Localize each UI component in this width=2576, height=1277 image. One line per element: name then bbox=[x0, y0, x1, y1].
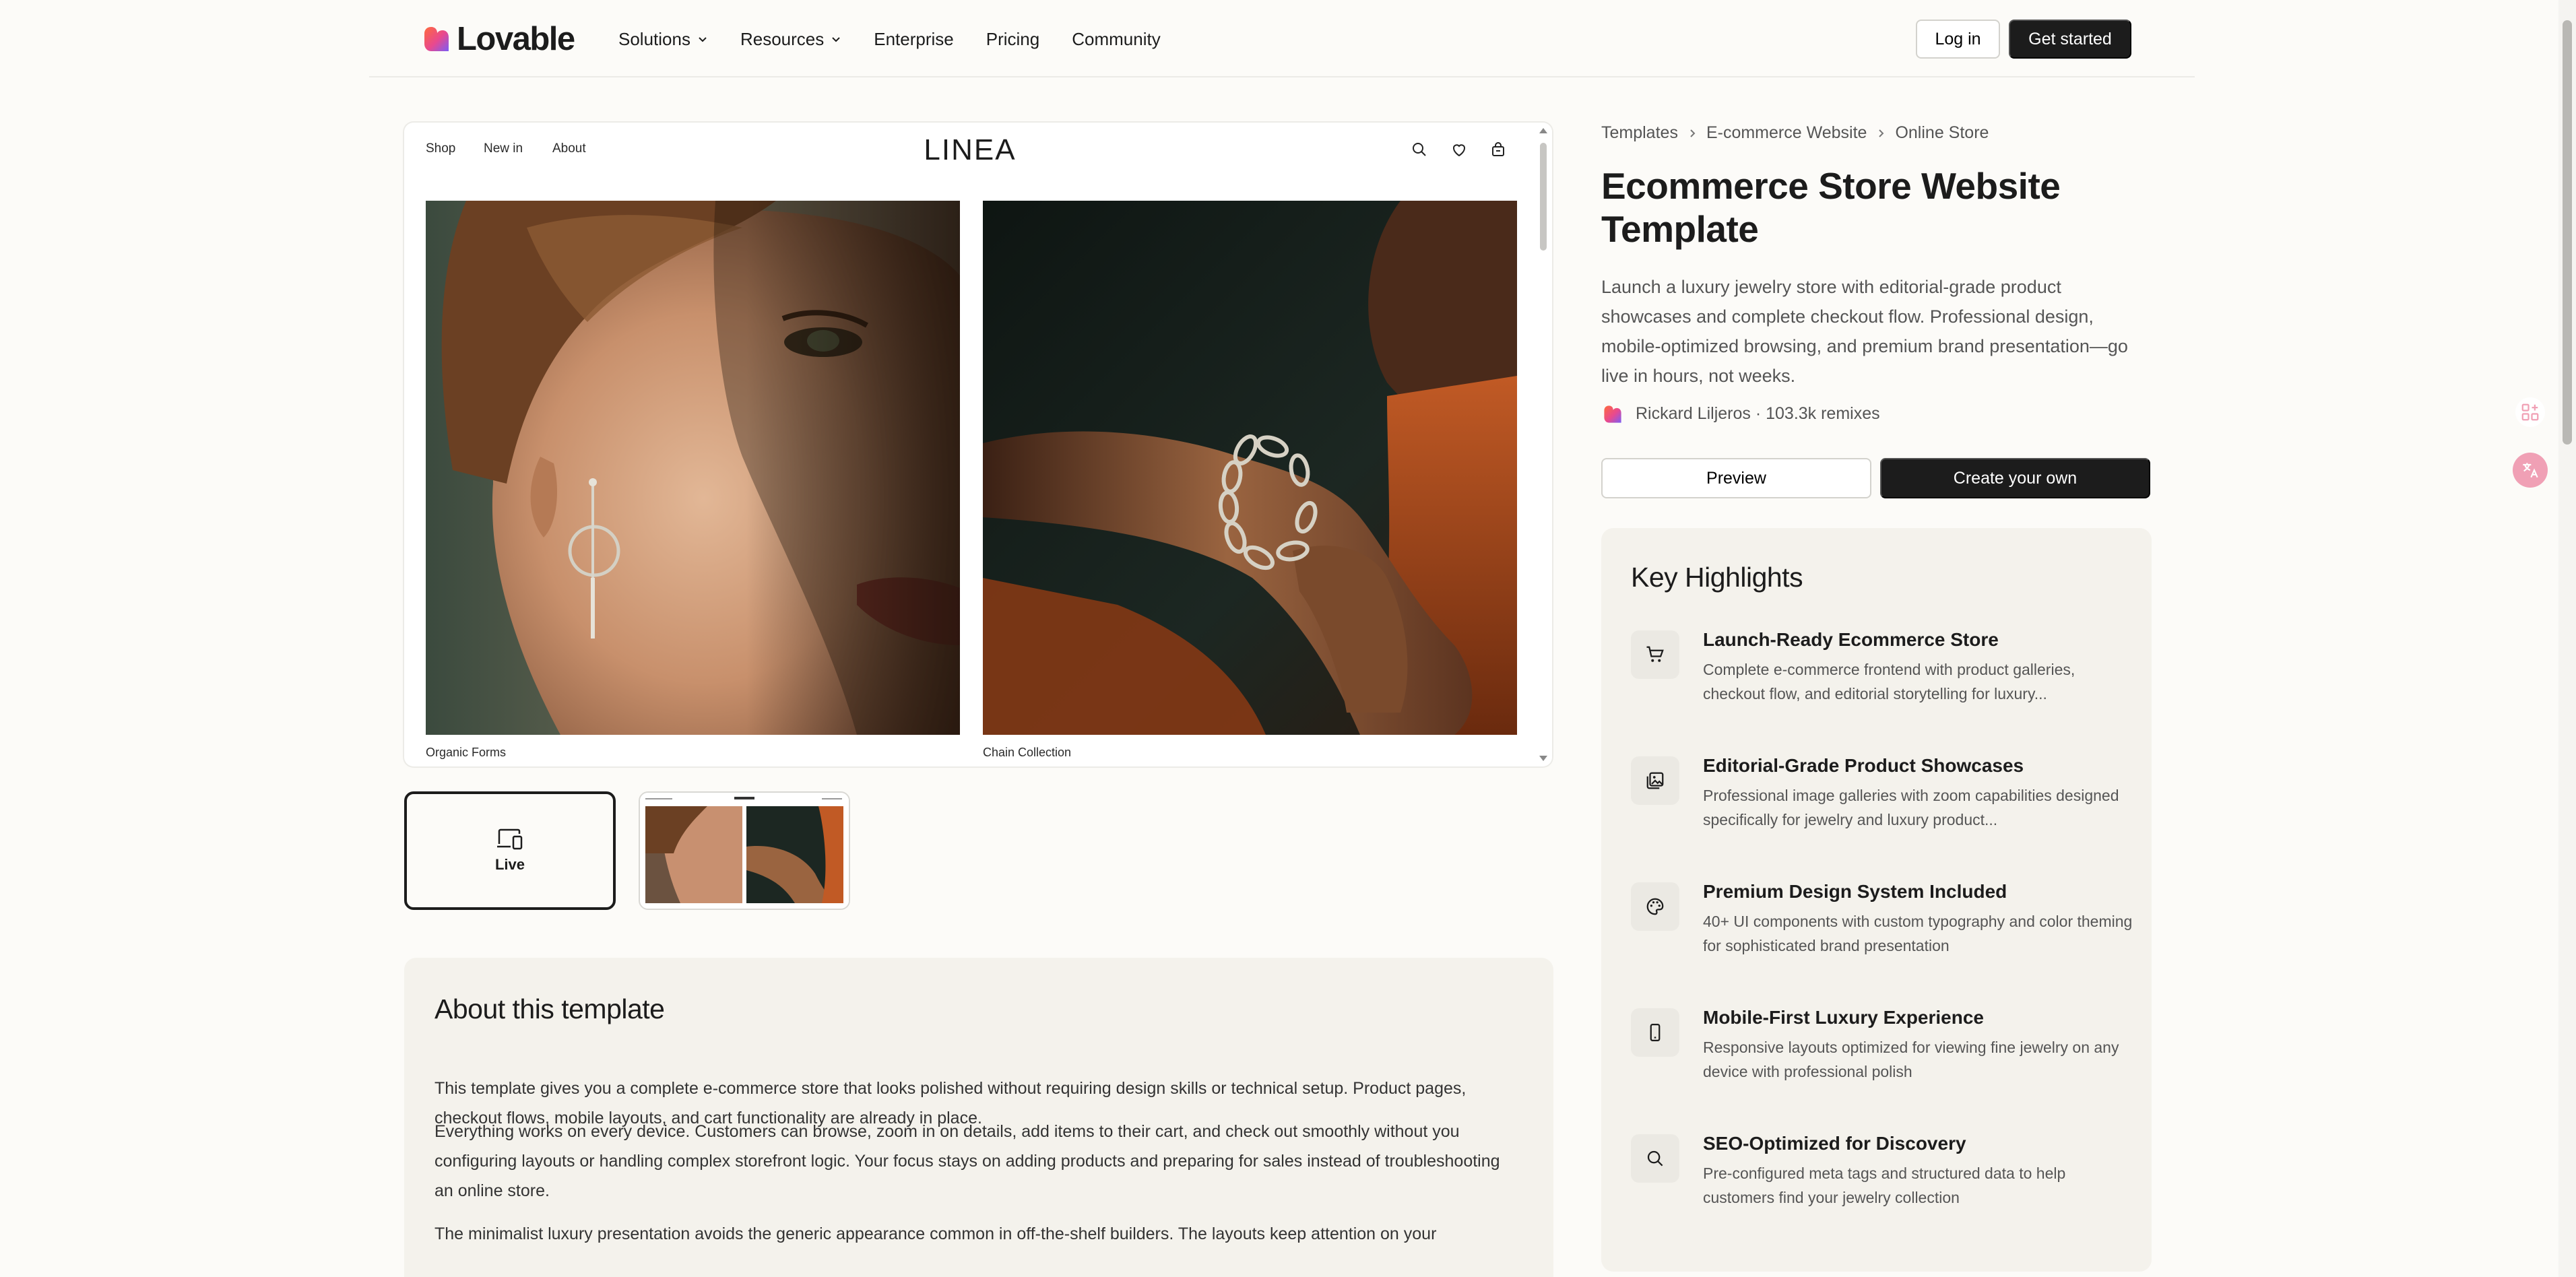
heart-icon[interactable] bbox=[1451, 141, 1467, 158]
smartphone-icon bbox=[1631, 1008, 1679, 1057]
search-icon[interactable] bbox=[1411, 141, 1427, 158]
avatar bbox=[1604, 405, 1621, 423]
page-scrollbar[interactable] bbox=[2558, 0, 2576, 1277]
screenshot-thumbnail[interactable] bbox=[639, 791, 850, 910]
preview-scrollbar-thumb[interactable] bbox=[1540, 143, 1547, 251]
highlight-title: Mobile-First Luxury Experience bbox=[1703, 1007, 1984, 1028]
page-scrollbar-thumb[interactable] bbox=[2563, 20, 2572, 445]
live-preview-tab[interactable]: Live bbox=[404, 791, 616, 910]
breadcrumb-ecommerce-website[interactable]: E-commerce Website bbox=[1706, 123, 1867, 143]
highlight-description: Complete e-commerce frontend with produc… bbox=[1703, 661, 2075, 702]
about-paragraph-3: The minimalist luxury presentation avoid… bbox=[434, 1224, 1437, 1243]
product-label-chain-collection[interactable]: Chain Collection bbox=[983, 746, 1071, 760]
product-photo-organic-forms[interactable] bbox=[426, 201, 960, 735]
breadcrumb-online-store: Online Store bbox=[1895, 123, 1989, 142]
highlight-title: Launch-Ready Ecommerce Store bbox=[1703, 629, 1999, 650]
preview-scrollbar[interactable] bbox=[1535, 123, 1552, 766]
preview-button[interactable]: Preview bbox=[1601, 458, 1871, 498]
palette-icon bbox=[1631, 882, 1679, 931]
nav-solutions-label: Solutions bbox=[618, 28, 690, 49]
about-template-section: About this template This template gives … bbox=[404, 958, 1553, 1277]
nav-resources-label: Resources bbox=[740, 28, 825, 49]
highlight-description: 40+ UI components with custom typography… bbox=[1703, 913, 2133, 954]
key-highlights-heading: Key Highlights bbox=[1631, 562, 1803, 593]
highlight-description: Responsive layouts optimized for viewing… bbox=[1703, 1039, 2119, 1080]
chevron-down-icon bbox=[832, 37, 840, 42]
author-and-remix-count: Rickard Liljeros · 103.3k remixes bbox=[1636, 404, 1880, 423]
main-menu: Solutions Resources Enterprise Pricing C… bbox=[618, 24, 1193, 54]
highlight-description: Professional image galleries with zoom c… bbox=[1703, 787, 2119, 828]
devices-icon bbox=[497, 828, 523, 850]
top-navigation: Lovable Solutions Resources Enterprise P… bbox=[369, 0, 2195, 77]
highlight-title: Premium Design System Included bbox=[1703, 881, 2007, 902]
product-photo-chain-collection[interactable] bbox=[983, 201, 1517, 735]
preview-brand-logo[interactable]: LINEA bbox=[404, 133, 1536, 167]
apps-widget-button[interactable] bbox=[2515, 397, 2545, 427]
create-your-own-button[interactable]: Create your own bbox=[1880, 458, 2150, 498]
key-highlights-card: Key Highlights Launch-Ready Ecommerce St… bbox=[1601, 528, 2152, 1272]
scroll-down-arrow-icon[interactable] bbox=[1539, 756, 1547, 761]
breadcrumb-templates[interactable]: Templates bbox=[1601, 123, 1678, 143]
logo-text: Lovable bbox=[457, 21, 575, 57]
translate-icon bbox=[2523, 463, 2538, 478]
template-live-preview[interactable]: Shop New in About LINEA Organic Forms Ch… bbox=[404, 123, 1552, 766]
live-tab-label: Live bbox=[494, 856, 525, 873]
breadcrumb: Templates E-commerce Website Online Stor… bbox=[1601, 123, 1989, 143]
cart-icon bbox=[1631, 630, 1679, 679]
image-icon bbox=[1631, 756, 1679, 805]
nav-community[interactable]: Community bbox=[1072, 29, 1160, 50]
chevron-right-icon bbox=[1879, 129, 1884, 137]
bag-icon[interactable] bbox=[1490, 141, 1506, 158]
page-title: Ecommerce Store Website Template bbox=[1601, 165, 2061, 250]
nav-resources[interactable]: Resources bbox=[740, 29, 841, 50]
lovable-logo[interactable]: Lovable bbox=[423, 20, 575, 58]
highlight-title: Editorial-Grade Product Showcases bbox=[1703, 755, 2024, 776]
highlight-description: Pre-configured meta tags and structured … bbox=[1703, 1165, 2066, 1206]
template-author[interactable]: Rickard Liljeros · 103.3k remixes bbox=[1603, 404, 1880, 424]
nav-pricing[interactable]: Pricing bbox=[986, 29, 1039, 50]
translate-widget-button[interactable] bbox=[2513, 453, 2548, 488]
search-icon bbox=[1631, 1134, 1679, 1183]
apps-grid-icon bbox=[2521, 403, 2539, 421]
scroll-up-arrow-icon[interactable] bbox=[1539, 128, 1547, 133]
nav-solutions[interactable]: Solutions bbox=[618, 29, 708, 50]
about-paragraph-2: Everything works on every device. Custom… bbox=[434, 1122, 1500, 1200]
about-heading: About this template bbox=[434, 993, 665, 1024]
login-button[interactable]: Log in bbox=[1916, 20, 2000, 59]
chevron-down-icon bbox=[699, 37, 707, 42]
template-description: Launch a luxury jewelry store with edito… bbox=[1601, 277, 2128, 386]
product-label-organic-forms[interactable]: Organic Forms bbox=[426, 746, 506, 760]
chevron-right-icon bbox=[1690, 129, 1696, 137]
lovable-heart-icon bbox=[424, 27, 449, 51]
nav-enterprise[interactable]: Enterprise bbox=[874, 29, 954, 50]
highlight-title: SEO-Optimized for Discovery bbox=[1703, 1133, 1966, 1154]
get-started-button[interactable]: Get started bbox=[2009, 20, 2131, 59]
